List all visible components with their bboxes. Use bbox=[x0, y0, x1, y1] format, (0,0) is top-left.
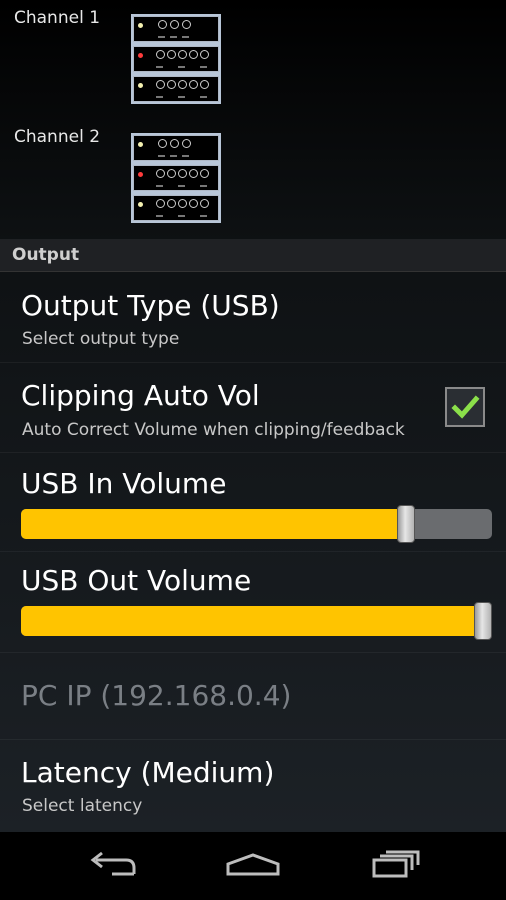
usb-in-volume-slider[interactable] bbox=[21, 505, 492, 543]
knob-icon bbox=[158, 139, 167, 148]
latency-pref[interactable]: Latency (Medium) Select latency bbox=[0, 740, 506, 832]
slider-track bbox=[21, 509, 492, 539]
label-mark bbox=[156, 185, 163, 187]
led-icon bbox=[138, 172, 143, 177]
clipping-checkbox[interactable] bbox=[445, 387, 485, 427]
led-icon bbox=[138, 53, 143, 58]
checkmark-icon bbox=[451, 395, 480, 419]
channel-2-label: Channel 2 bbox=[14, 127, 101, 147]
led-icon bbox=[138, 23, 143, 28]
output-type-pref[interactable]: Output Type (USB) Select output type bbox=[0, 272, 506, 363]
label-mark bbox=[200, 215, 207, 217]
usb-out-volume-slider[interactable] bbox=[21, 602, 492, 640]
knob-icon bbox=[200, 199, 209, 208]
home-button[interactable] bbox=[213, 844, 293, 888]
knob-icon bbox=[156, 80, 165, 89]
module-2 bbox=[133, 46, 219, 72]
knob-icon bbox=[200, 169, 209, 178]
usb-in-volume-pref[interactable]: USB In Volume bbox=[0, 453, 506, 552]
knob-icon bbox=[178, 169, 187, 178]
output-section-header: Output bbox=[0, 239, 506, 272]
slider-track bbox=[21, 606, 492, 636]
pc-ip-title: PC IP (192.168.0.4) bbox=[21, 679, 292, 712]
label-mark bbox=[158, 155, 165, 157]
label-mark bbox=[156, 96, 163, 98]
label-mark bbox=[170, 36, 177, 38]
knob-icon bbox=[156, 199, 165, 208]
clipping-summary: Auto Correct Volume when clipping/feedba… bbox=[22, 420, 405, 440]
knob-icon bbox=[170, 20, 179, 29]
knob-icon bbox=[158, 20, 167, 29]
knob-icon bbox=[178, 50, 187, 59]
usb-out-volume-title: USB Out Volume bbox=[21, 564, 252, 597]
usb-in-volume-title: USB In Volume bbox=[21, 467, 227, 500]
output-type-summary: Select output type bbox=[22, 329, 180, 349]
navigation-bar bbox=[0, 832, 506, 900]
channel-1-row[interactable]: Channel 1 bbox=[0, 0, 506, 118]
back-icon bbox=[90, 851, 136, 876]
section-title: Output bbox=[12, 245, 80, 265]
knob-icon bbox=[178, 80, 187, 89]
clipping-auto-vol-pref[interactable]: Clipping Auto Vol Auto Correct Volume wh… bbox=[0, 363, 506, 453]
led-icon bbox=[138, 202, 143, 207]
knob-icon bbox=[189, 80, 198, 89]
knob-icon bbox=[156, 169, 165, 178]
settings-list: Channel 1 Channel 2 Output Output Type (… bbox=[0, 0, 506, 832]
home-icon bbox=[226, 853, 280, 876]
slider-fill bbox=[21, 606, 483, 636]
screen: Channel 1 Channel 2 Output Output Type (… bbox=[0, 0, 506, 900]
knob-icon bbox=[182, 20, 191, 29]
label-mark bbox=[182, 36, 189, 38]
label-mark bbox=[156, 215, 163, 217]
channel-1-thumbnail[interactable] bbox=[131, 14, 221, 104]
latency-title: Latency (Medium) bbox=[21, 756, 275, 789]
latency-summary: Select latency bbox=[22, 796, 143, 816]
knob-icon bbox=[189, 199, 198, 208]
knob-icon bbox=[170, 139, 179, 148]
module-2 bbox=[133, 165, 219, 191]
slider-fill bbox=[21, 509, 406, 539]
recent-apps-button[interactable] bbox=[354, 844, 434, 888]
recent-apps-icon bbox=[372, 850, 420, 878]
usb-out-volume-pref[interactable]: USB Out Volume bbox=[0, 552, 506, 653]
channel-1-label: Channel 1 bbox=[14, 8, 101, 28]
knob-icon bbox=[189, 50, 198, 59]
knob-icon bbox=[178, 199, 187, 208]
led-icon bbox=[138, 83, 143, 88]
slider-handle[interactable] bbox=[397, 505, 415, 543]
label-mark bbox=[178, 215, 185, 217]
label-mark bbox=[178, 185, 185, 187]
label-mark bbox=[200, 66, 207, 68]
label-mark bbox=[200, 96, 207, 98]
clipping-title: Clipping Auto Vol bbox=[21, 379, 260, 412]
label-mark bbox=[156, 66, 163, 68]
knob-icon bbox=[189, 169, 198, 178]
label-mark bbox=[178, 96, 185, 98]
channel-2-row[interactable]: Channel 2 bbox=[0, 118, 506, 238]
back-button[interactable] bbox=[72, 844, 152, 888]
knob-icon bbox=[167, 80, 176, 89]
label-mark bbox=[170, 155, 177, 157]
slider-handle[interactable] bbox=[474, 602, 492, 640]
knob-icon bbox=[200, 80, 209, 89]
module-3 bbox=[133, 76, 219, 102]
led-icon bbox=[138, 142, 143, 147]
label-mark bbox=[182, 155, 189, 157]
channel-2-thumbnail[interactable] bbox=[131, 133, 221, 223]
knob-icon bbox=[167, 50, 176, 59]
label-mark bbox=[178, 66, 185, 68]
knob-icon bbox=[167, 199, 176, 208]
module-3 bbox=[133, 195, 219, 221]
module-1 bbox=[133, 135, 219, 161]
label-mark bbox=[200, 185, 207, 187]
pc-ip-pref: PC IP (192.168.0.4) bbox=[0, 653, 506, 740]
knob-icon bbox=[182, 139, 191, 148]
module-1 bbox=[133, 16, 219, 42]
knob-icon bbox=[156, 50, 165, 59]
knob-icon bbox=[200, 50, 209, 59]
output-type-title: Output Type (USB) bbox=[21, 289, 280, 322]
label-mark bbox=[158, 36, 165, 38]
knob-icon bbox=[167, 169, 176, 178]
